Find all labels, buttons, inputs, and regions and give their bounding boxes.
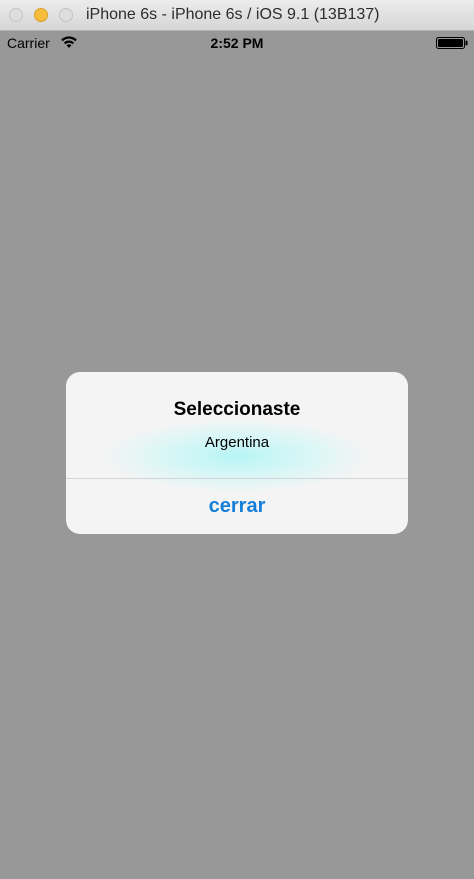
minimize-icon[interactable] — [34, 8, 48, 22]
simulator-window: iPhone 6s - iPhone 6s / iOS 9.1 (13B137)… — [0, 0, 474, 879]
alert-title: Seleccionaste — [173, 399, 301, 420]
window-title: iPhone 6s - iPhone 6s / iOS 9.1 (13B137) — [86, 6, 380, 23]
status-time: 2:52 PM — [210, 35, 264, 51]
alert-dialog: Seleccionaste Argentina cerrar — [66, 372, 408, 534]
zoom-icon[interactable] — [59, 8, 73, 22]
window-title-bar: iPhone 6s - iPhone 6s / iOS 9.1 (13B137) — [0, 0, 474, 31]
close-alert-button[interactable]: cerrar — [66, 479, 408, 534]
battery-icon — [436, 37, 468, 49]
close-icon[interactable] — [9, 8, 23, 22]
ios-status-bar: Carrier 2:52 PM — [0, 31, 474, 55]
alert-message: Argentina — [204, 434, 270, 451]
